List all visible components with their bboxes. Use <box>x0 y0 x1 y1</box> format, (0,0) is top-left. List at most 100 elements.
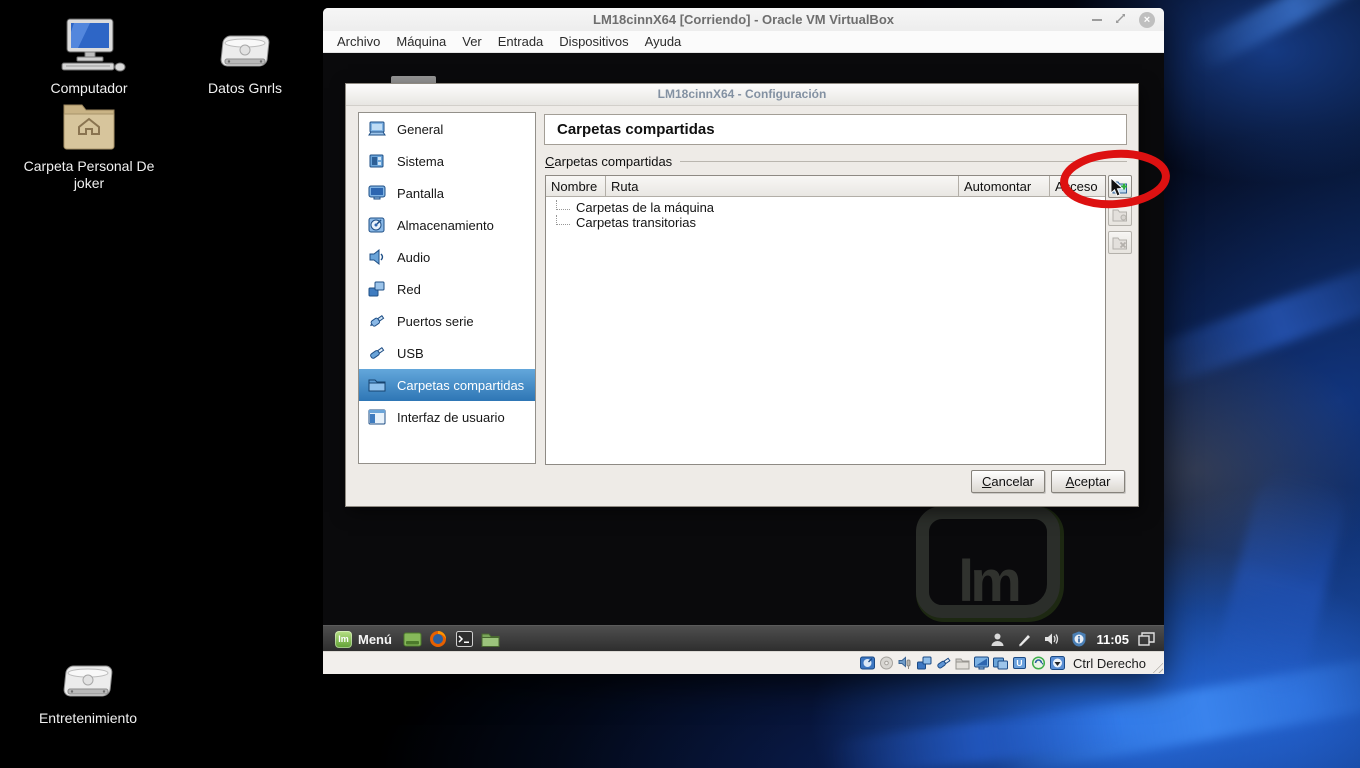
sidebar-item-interfaz-de-usuario[interactable]: Interfaz de usuario <box>359 401 535 433</box>
column-acceso: Acceso <box>1050 176 1105 197</box>
file-manager-icon[interactable] <box>481 630 500 649</box>
remove-shared-folder-button[interactable] <box>1108 231 1132 254</box>
window-title: LM18cinnX64 [Corriendo] - Oracle VM Virt… <box>593 12 894 27</box>
storage-icon <box>367 216 387 234</box>
menu-maquina[interactable]: Máquina <box>388 33 454 50</box>
sidebar-item-red[interactable]: Red <box>359 273 535 305</box>
minimize-icon[interactable] <box>1092 18 1102 21</box>
update-manager-icon[interactable] <box>1069 630 1088 649</box>
sidebar-item-label: Red <box>397 281 421 297</box>
sidebar-item-label: Pantalla <box>397 185 444 201</box>
group-label: Carpetas compartidas <box>545 154 673 169</box>
harddisk-icon[interactable] <box>859 656 875 671</box>
audio-icon[interactable] <box>897 656 913 671</box>
desktop-icon-computador[interactable]: Computador <box>18 18 160 97</box>
remove-folder-icon <box>1112 237 1127 249</box>
desktop-icon-carpeta-personal[interactable]: Carpeta Personal De joker <box>14 96 164 192</box>
sidebar-item-audio[interactable]: Audio <box>359 241 535 273</box>
recording-icon[interactable] <box>992 656 1008 671</box>
sidebar-item-label: Carpetas compartidas <box>397 377 525 393</box>
menu-ver[interactable]: Ver <box>454 33 490 50</box>
sidebar-item-puertos-serie[interactable]: Puertos serie <box>359 305 535 337</box>
shared-folders-icon[interactable] <box>954 656 970 671</box>
close-icon[interactable]: × <box>1139 11 1155 28</box>
add-shared-folder-button[interactable] <box>1108 175 1132 198</box>
desktop-icon-entretenimiento[interactable]: Entretenimiento <box>28 660 148 727</box>
window-controls: × <box>1092 8 1155 31</box>
tree-branch-icon <box>556 215 570 225</box>
network-icon[interactable] <box>916 656 932 671</box>
taskbar-clock[interactable]: 11:05 <box>1096 632 1129 647</box>
svg-text:U: U <box>1016 658 1022 668</box>
display-icon[interactable] <box>973 656 989 671</box>
shared-folders-table: Nombre Ruta Automontar Acceso Carpetas d… <box>545 175 1106 465</box>
menu-ayuda[interactable]: Ayuda <box>637 33 690 50</box>
sidebar-item-label: Audio <box>397 249 431 265</box>
page-title: Carpetas compartidas <box>557 121 715 138</box>
sidebar-item-label: Almacenamiento <box>397 217 494 233</box>
computer-icon <box>50 18 128 77</box>
sidebar-item-pantalla[interactable]: Pantalla <box>359 177 535 209</box>
guest-taskbar: lm Menú 11:05 <box>323 625 1164 652</box>
mint-logo-icon: lm <box>335 630 352 648</box>
menu-entrada[interactable]: Entrada <box>490 33 552 50</box>
sidebar-item-usb[interactable]: USB <box>359 337 535 369</box>
sidebar-item-sistema[interactable]: Sistema <box>359 145 535 177</box>
hostkey-state-icon[interactable] <box>1049 656 1065 671</box>
tree-row-carpetas-maquina[interactable]: Carpetas de la máquina <box>546 200 1105 215</box>
column-automontar: Automontar <box>959 176 1050 197</box>
wallpaper-streak <box>1208 462 1352 708</box>
window-titlebar[interactable]: LM18cinnX64 [Corriendo] - Oracle VM Virt… <box>323 8 1164 31</box>
home-folder-icon <box>61 96 117 155</box>
sidebar-item-carpetas-compartidas[interactable]: Carpetas compartidas <box>359 369 535 401</box>
sidebar-item-label: Puertos serie <box>397 313 474 329</box>
desktop-icon-label: Entretenimiento <box>38 710 138 726</box>
sidebar-item-label: General <box>397 121 444 137</box>
edit-shared-folder-button[interactable] <box>1108 203 1132 226</box>
window-list-icon[interactable] <box>1137 630 1156 649</box>
desktop-icon-label: Computador <box>50 80 128 96</box>
mouse-integration-icon[interactable] <box>1030 656 1046 671</box>
sidebar-item-almacenamiento[interactable]: Almacenamiento <box>359 209 535 241</box>
wallpaper-streak <box>1131 250 1360 394</box>
volume-icon[interactable] <box>1042 630 1061 649</box>
desktop-icon-label: Datos Gnrls <box>208 80 282 96</box>
resize-grip[interactable] <box>1150 660 1163 673</box>
show-desktop-icon[interactable] <box>403 630 422 649</box>
folder-tree: Carpetas de la máquina Carpetas transito… <box>546 197 1105 230</box>
menu-archivo[interactable]: Archivo <box>329 33 388 50</box>
dialog-titlebar[interactable]: LM18cinnX64 - Configuración <box>346 84 1138 106</box>
user-icon[interactable] <box>988 630 1007 649</box>
pen-icon[interactable] <box>1015 630 1034 649</box>
sidebar-item-label: Sistema <box>397 153 444 169</box>
system-icon <box>367 152 387 170</box>
tree-row-label: Carpetas de la máquina <box>576 200 715 215</box>
dialog-title: LM18cinnX64 - Configuración <box>657 87 827 101</box>
menu-dispositivos[interactable]: Dispositivos <box>551 33 636 50</box>
display-icon <box>367 184 387 202</box>
harddisk-icon <box>60 660 116 707</box>
usb-icon[interactable] <box>935 656 951 671</box>
tree-row-carpetas-transitorias[interactable]: Carpetas transitorias <box>546 215 1105 230</box>
folder-action-buttons <box>1108 175 1132 254</box>
sidebar-item-general[interactable]: General <box>359 113 535 145</box>
shared-folders-group: Carpetas compartidas <box>545 154 1127 169</box>
desktop-icon-datos-gnrls[interactable]: Datos Gnrls <box>185 30 305 97</box>
restore-icon[interactable] <box>1115 11 1126 29</box>
cancel-button[interactable]: Cancelar <box>971 470 1045 493</box>
tree-branch-icon <box>556 200 570 210</box>
optical-disc-icon[interactable] <box>878 656 894 671</box>
firefox-icon[interactable] <box>429 630 448 649</box>
virtualbox-window: LM18cinnX64 [Corriendo] - Oracle VM Virt… <box>323 8 1164 674</box>
accept-button[interactable]: Aceptar <box>1051 470 1125 493</box>
menubar: Archivo Máquina Ver Entrada Dispositivos… <box>323 31 1164 53</box>
features-chip-icon[interactable]: U <box>1011 656 1027 671</box>
harddisk-icon <box>217 30 273 77</box>
group-divider <box>680 161 1127 162</box>
mint-menu-label: Menú <box>358 631 392 647</box>
vm-screen[interactable]: lm LM18cinnX64 - Configuración General S… <box>323 53 1164 652</box>
terminal-icon[interactable] <box>455 630 474 649</box>
desktop-icon-label: Carpeta Personal De joker <box>23 158 155 191</box>
mint-menu-button[interactable]: lm Menú <box>331 630 396 649</box>
settings-dialog: LM18cinnX64 - Configuración General Sist… <box>345 83 1139 507</box>
